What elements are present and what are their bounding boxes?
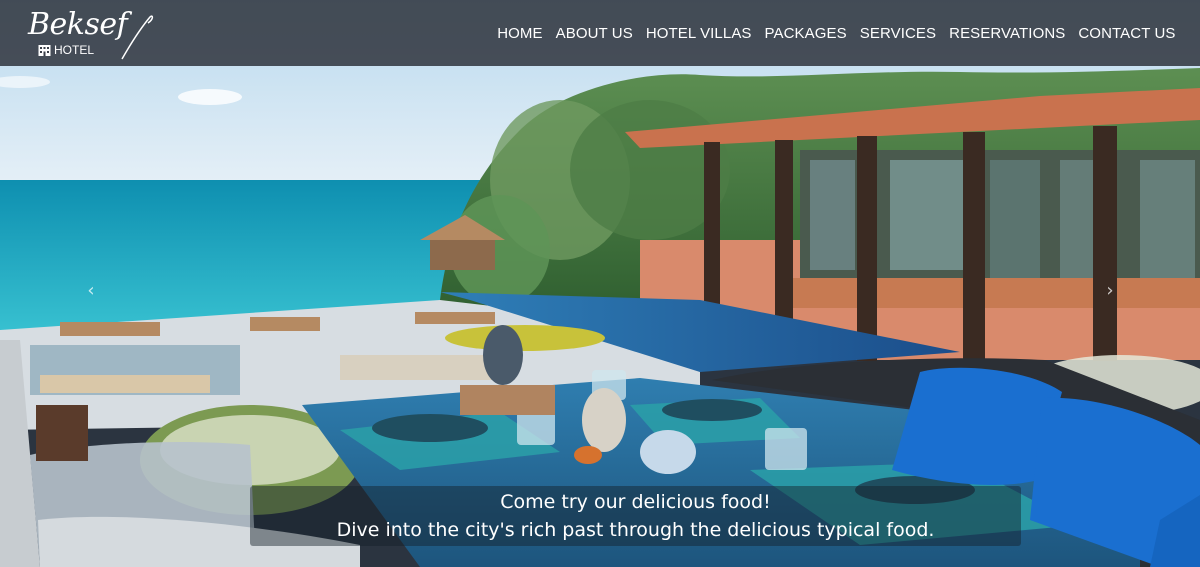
caption-title: Come try our delicious food! [500,491,771,513]
brand-sub-name: HOTEL [54,43,95,57]
hero-image [0,0,1200,567]
caption-text: Dive into the city's rich past through t… [336,519,935,541]
main-nav: HOME ABOUT US HOTEL VILLAS PACKAGES SERV… [491,25,1182,42]
carousel-prev-icon[interactable]: ‹ [84,282,98,300]
nav-contact-us[interactable]: CONTACT US [1072,25,1182,42]
nav-hotel-villas[interactable]: HOTEL VILLAS [639,25,758,42]
hero-carousel [0,0,1200,567]
top-navbar: Beksef HOTEL HOME ABOUT US HOTEL VILLAS … [0,0,1200,66]
brand-hotel-label: HOTEL [38,43,94,57]
carousel-next-icon[interactable]: › [1103,282,1117,300]
brand-script-name: Beksef [28,7,128,42]
carousel-caption: Come try our delicious food! Dive into t… [250,486,1021,546]
nav-packages[interactable]: PACKAGES [758,25,853,42]
nav-about-us[interactable]: ABOUT US [549,25,639,42]
nav-reservations[interactable]: RESERVATIONS [943,25,1072,42]
nav-home[interactable]: HOME [491,25,549,42]
brand-logo[interactable]: Beksef HOTEL [28,5,158,61]
nav-services[interactable]: SERVICES [853,25,942,42]
logo-swash-icon [121,15,154,60]
hotel-building-icon [38,45,51,56]
